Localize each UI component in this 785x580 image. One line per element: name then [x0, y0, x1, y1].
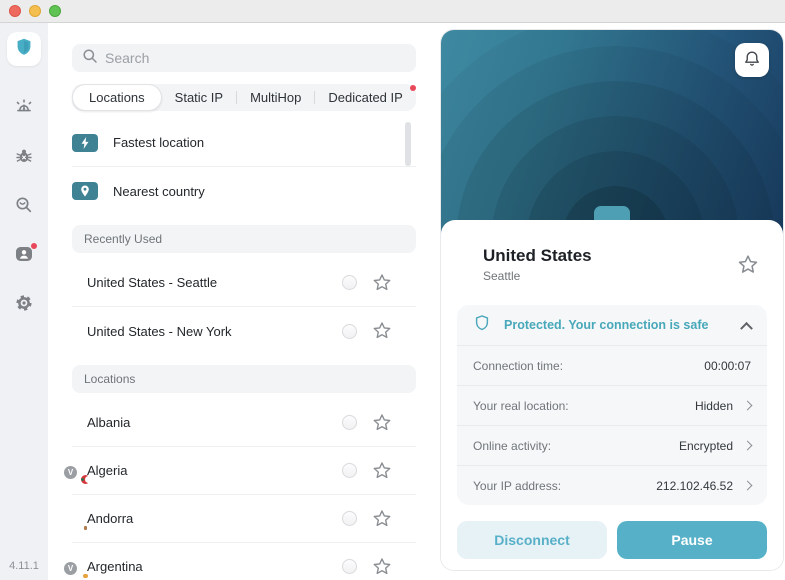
load-indicator [342, 463, 357, 478]
sidebar: 4.11.1 [0, 23, 48, 580]
bell-icon [741, 48, 763, 73]
virtual-location-badge: V [64, 465, 77, 479]
close-window-button[interactable] [9, 5, 21, 17]
detail-row-online-activity[interactable]: Online activity: Encrypted [457, 425, 767, 465]
favorite-star-icon[interactable] [737, 254, 759, 276]
alert-siren-icon [13, 96, 35, 123]
tab-locations[interactable]: Locations [72, 84, 162, 111]
load-indicator [342, 323, 357, 339]
search-input[interactable] [105, 50, 406, 66]
connection-panel: United States Seattle Protected. Your co… [440, 23, 785, 580]
map-pin-icon [72, 182, 98, 200]
sidebar-item-settings[interactable] [13, 294, 35, 316]
tab-multihop[interactable]: MultiHop [237, 84, 314, 111]
list-item-albania[interactable]: Albania [72, 399, 416, 447]
notification-dot [31, 243, 37, 249]
search-icon [82, 48, 98, 69]
favorite-star-icon[interactable] [372, 321, 392, 341]
settings-gear-icon [13, 292, 35, 319]
scrollbar-thumb[interactable] [405, 122, 411, 166]
vpn-shield-logo-icon [13, 36, 35, 63]
chevron-right-icon [742, 400, 753, 411]
window-title-bar [0, 0, 785, 23]
periscope-graphic [594, 206, 630, 220]
search-leak-icon [13, 194, 35, 221]
chevron-right-icon [742, 480, 753, 491]
search-bar[interactable] [72, 44, 416, 72]
sidebar-item-antivirus[interactable] [13, 147, 35, 169]
zoom-window-button[interactable] [49, 5, 61, 17]
connected-city: Seattle [483, 269, 521, 283]
load-indicator [342, 559, 357, 574]
chevron-up-icon[interactable] [740, 321, 753, 335]
sidebar-item-alternative-id[interactable] [13, 243, 37, 267]
favorite-star-icon[interactable] [372, 461, 392, 481]
connection-time-value: 00:00:07 [704, 358, 751, 373]
list-item-fastest-location[interactable]: Fastest location [72, 119, 416, 167]
sidebar-item-search[interactable] [13, 196, 35, 218]
detail-row-ip-address[interactable]: Your IP address: 212.102.46.52 [457, 465, 767, 505]
minimize-window-button[interactable] [29, 5, 41, 17]
sidebar-item-alert[interactable] [13, 98, 35, 120]
list-item-andorra[interactable]: Andorra [72, 495, 416, 543]
pause-button[interactable]: Pause [617, 521, 767, 559]
load-indicator [342, 415, 357, 430]
favorite-star-icon[interactable] [372, 413, 392, 433]
status-text: Protected. Your connection is safe [504, 318, 709, 332]
antivirus-bug-icon [13, 145, 35, 172]
list-item-us-seattle[interactable]: United States - Seattle [72, 259, 416, 307]
sidebar-item-vpn[interactable] [7, 32, 41, 66]
disconnect-button[interactable]: Disconnect [457, 521, 607, 559]
load-indicator [342, 511, 357, 526]
ip-address-value: 212.102.46.52 [656, 478, 733, 493]
list-item-nearest-country[interactable]: Nearest country [72, 167, 416, 215]
online-activity-value: Encrypted [678, 438, 733, 453]
tab-static-ip[interactable]: Static IP [162, 84, 236, 111]
locations-panel: Locations Static IP MultiHop Dedicated I… [48, 23, 440, 580]
notification-dot [409, 85, 416, 91]
ocean-hero-graphic [441, 30, 783, 234]
favorite-star-icon[interactable] [372, 557, 392, 577]
connected-location: United States Seattle [457, 220, 767, 305]
list-item-algeria[interactable]: V Algeria [64, 447, 416, 495]
server-type-tabs: Locations Static IP MultiHop Dedicated I… [72, 84, 416, 111]
detail-row-real-location[interactable]: Your real location: Hidden [457, 385, 767, 425]
favorite-star-icon[interactable] [372, 509, 392, 529]
list-item-us-new-york[interactable]: United States - New York [72, 307, 416, 355]
section-header-locations: Locations [72, 365, 416, 393]
status-block: Protected. Your connection is safe Conne… [457, 305, 767, 505]
connection-card: United States Seattle Protected. Your co… [440, 29, 784, 571]
chevron-right-icon [742, 440, 753, 451]
list-item-argentina[interactable]: V Argentina [64, 543, 416, 580]
real-location-value: Hidden [694, 398, 733, 413]
section-header-recently-used: Recently Used [72, 225, 416, 253]
app-window: 4.11.1 Locations Static IP MultiHop Dedi… [0, 23, 785, 580]
action-buttons: Disconnect Pause [457, 521, 767, 559]
connected-country: United States [483, 246, 592, 265]
tab-dedicated-ip[interactable]: Dedicated IP [315, 84, 416, 111]
shield-check-icon [473, 314, 491, 337]
favorite-star-icon[interactable] [372, 273, 392, 293]
bolt-icon [72, 133, 98, 152]
virtual-location-badge: V [64, 561, 77, 575]
app-version: 4.11.1 [9, 560, 39, 572]
detail-row-connection-time: Connection time: 00:00:07 [457, 345, 767, 385]
load-indicator [342, 275, 357, 290]
protection-status[interactable]: Protected. Your connection is safe [457, 305, 767, 345]
notifications-button[interactable] [735, 43, 769, 77]
connection-details: United States Seattle Protected. Your co… [441, 220, 783, 570]
location-list: Fastest location Nearest country Recentl… [64, 119, 416, 580]
